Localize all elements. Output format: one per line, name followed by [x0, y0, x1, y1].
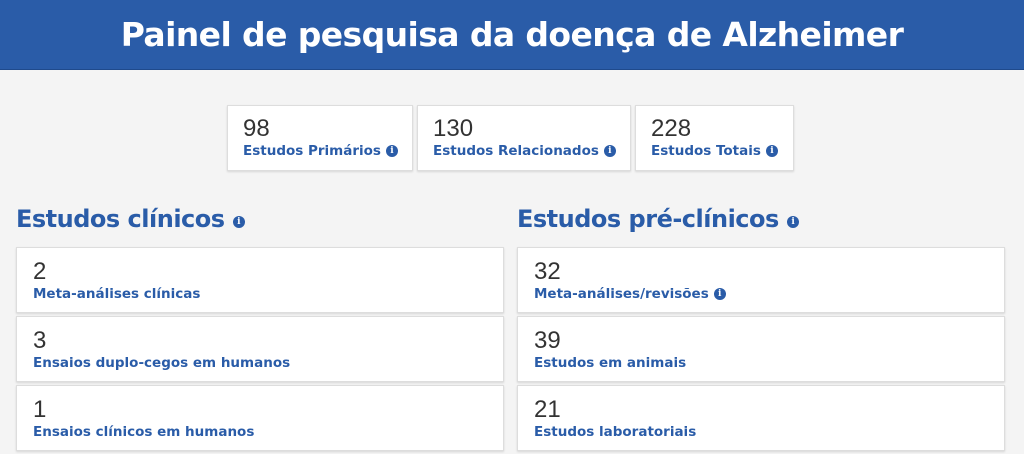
- item-label: Estudos laboratoriais: [534, 424, 697, 440]
- stat-label: Estudos Totais: [651, 143, 761, 159]
- clinical-title-text: Estudos clínicos: [16, 205, 225, 233]
- page-header: Painel de pesquisa da doença de Alzheime…: [0, 0, 1024, 70]
- info-icon[interactable]: i: [765, 145, 778, 157]
- item-label: Ensaios clínicos em humanos: [33, 424, 255, 440]
- stat-label: Estudos Relacionados: [433, 143, 599, 159]
- stat-card-related-studies[interactable]: 130 Estudos Relacionados i: [417, 105, 631, 171]
- item-label: Meta-análises/revisões: [534, 286, 709, 302]
- item-label: Estudos em animais: [534, 355, 687, 371]
- item-value: 32: [534, 258, 561, 285]
- clinical-item-double-blind[interactable]: 3 Ensaios duplo-cegos em humanos: [16, 316, 504, 382]
- item-value: 3: [33, 327, 47, 354]
- item-value: 1: [33, 396, 47, 423]
- item-label: Meta-análises clínicas: [33, 286, 201, 302]
- preclinical-item-meta-reviews[interactable]: 32 Meta-análises/revisões i: [517, 247, 1005, 313]
- item-value: 21: [534, 396, 561, 423]
- preclinical-section-title: Estudos pré-clínicos i: [517, 205, 799, 233]
- stat-value: 130: [433, 115, 474, 142]
- info-icon[interactable]: i: [713, 288, 726, 300]
- stat-card-primary-studies[interactable]: 98 Estudos Primários i: [227, 105, 413, 171]
- clinical-section-title: Estudos clínicos i: [16, 205, 245, 233]
- clinical-item-human-trials[interactable]: 1 Ensaios clínicos em humanos: [16, 385, 504, 451]
- info-icon[interactable]: i: [232, 216, 245, 228]
- item-value: 39: [534, 327, 561, 354]
- stat-value: 228: [651, 115, 692, 142]
- preclinical-item-animal-studies[interactable]: 39 Estudos em animais: [517, 316, 1005, 382]
- info-icon[interactable]: i: [786, 216, 799, 228]
- clinical-item-meta-analyses[interactable]: 2 Meta-análises clínicas: [16, 247, 504, 313]
- info-icon[interactable]: i: [385, 145, 398, 157]
- preclinical-item-lab-studies[interactable]: 21 Estudos laboratoriais: [517, 385, 1005, 451]
- stat-value: 98: [243, 115, 270, 142]
- preclinical-title-text: Estudos pré-clínicos: [517, 205, 779, 233]
- stat-card-total-studies[interactable]: 228 Estudos Totais i: [635, 105, 794, 171]
- info-icon[interactable]: i: [603, 145, 616, 157]
- page-title: Painel de pesquisa da doença de Alzheime…: [120, 15, 904, 54]
- item-label: Ensaios duplo-cegos em humanos: [33, 355, 291, 371]
- item-value: 2: [33, 258, 47, 285]
- stat-label: Estudos Primários: [243, 143, 381, 159]
